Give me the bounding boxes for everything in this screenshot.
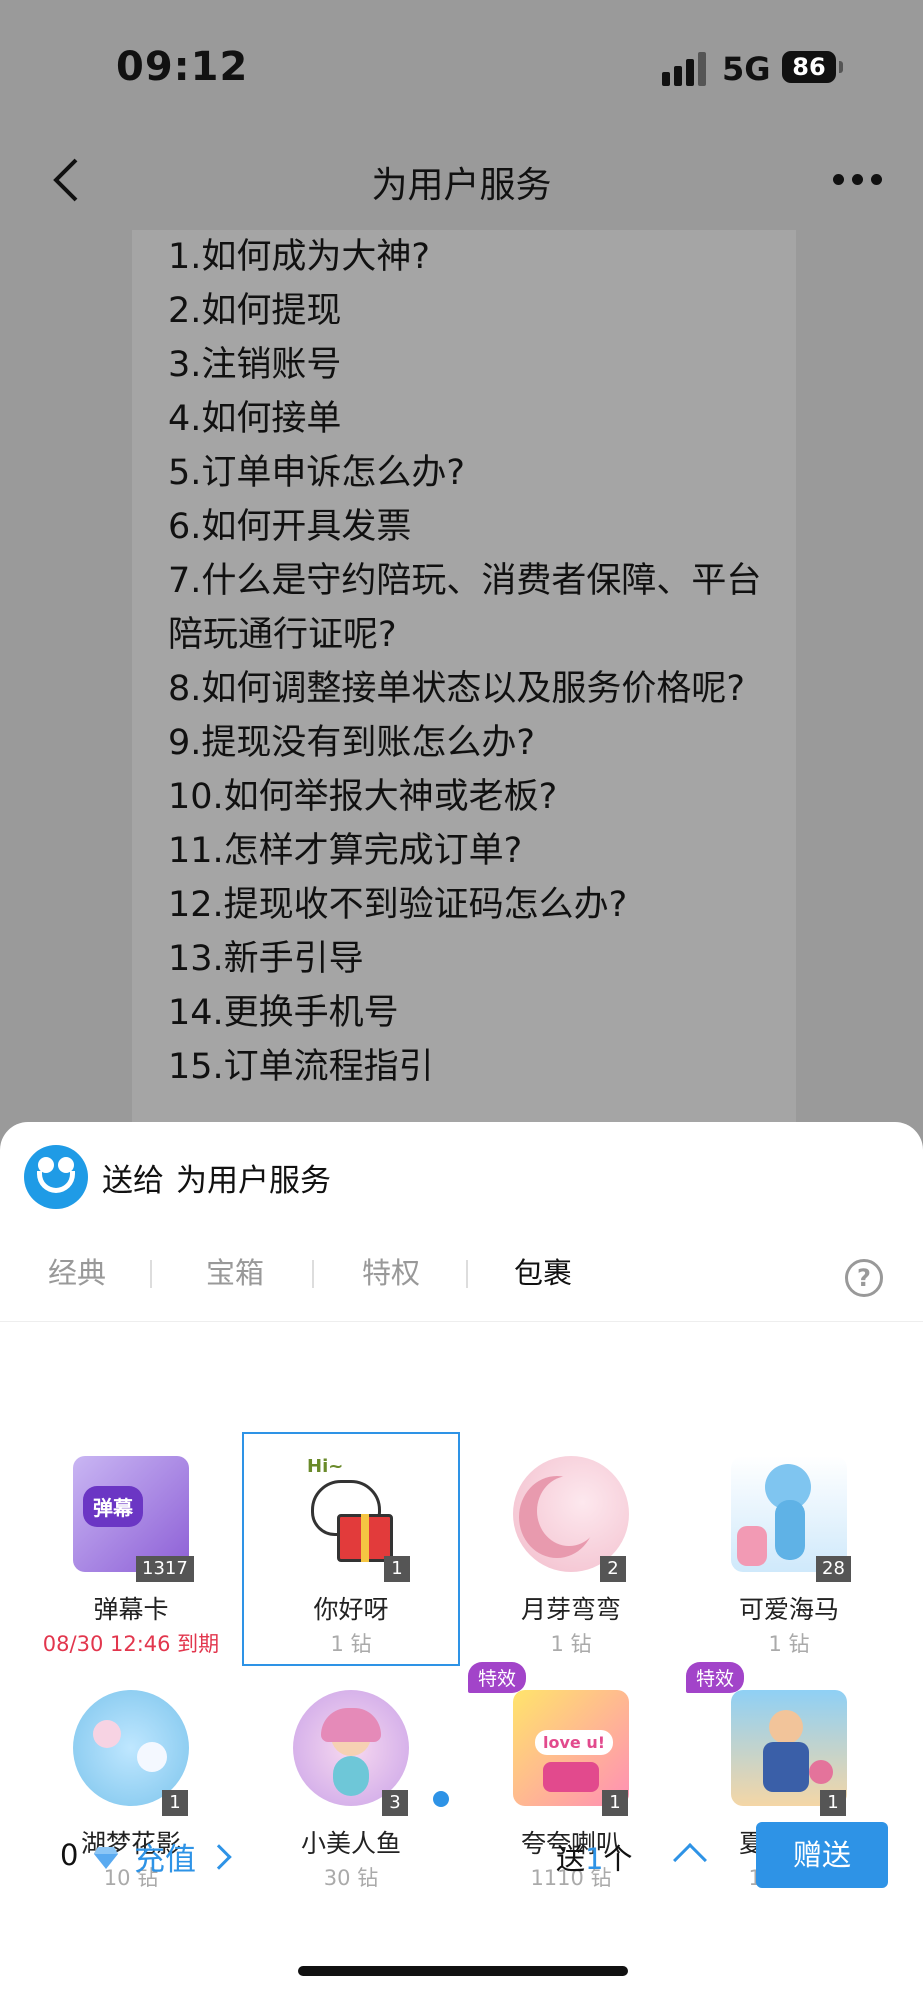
faq-item[interactable]: 6.如何开具发票 — [168, 500, 768, 554]
gift-count: 3 — [382, 1790, 408, 1816]
tab-classic[interactable]: 经典 — [48, 1250, 106, 1292]
gift-name: 弹幕卡 — [93, 1595, 169, 1624]
gift-count: 1 — [602, 1790, 628, 1816]
network-type: 5G — [722, 50, 771, 88]
status-bar: 09:12 5G 86 — [0, 0, 923, 130]
faq-item[interactable]: 15.订单流程指引 — [168, 1040, 768, 1094]
diamond-icon — [94, 1847, 118, 1869]
tab-divider — [312, 1260, 314, 1288]
effect-badge: 特效 — [686, 1662, 745, 1693]
gift-price: 1 钻 — [550, 1632, 592, 1656]
danmu-card-icon: 弹幕 — [73, 1456, 189, 1572]
send-prefix: 送 — [556, 1842, 586, 1876]
faq-item[interactable]: 14.更换手机号 — [168, 986, 768, 1040]
send-gift-button[interactable]: 赠送 — [756, 1822, 888, 1888]
faq-item[interactable]: 10.如何举报大神或老板? — [168, 770, 768, 824]
crescent-moon-icon — [513, 1456, 629, 1572]
home-indicator — [298, 1966, 628, 1976]
faq-item[interactable]: 2.如何提现 — [168, 284, 768, 338]
tab-treasure[interactable]: 宝箱 — [206, 1250, 264, 1292]
send-to-label: 送给 为用户服务 — [102, 1155, 331, 1200]
battery-tip — [839, 61, 843, 73]
seahorse-icon — [731, 1456, 847, 1572]
bottom-bar: 0 充值 送1个 赠送 — [0, 1822, 923, 1892]
gift-count: 1 — [384, 1556, 410, 1582]
help-icon[interactable]: ? — [845, 1259, 883, 1297]
send-label: 送给 — [102, 1162, 164, 1199]
faq-item[interactable]: 5.订单申诉怎么办? — [168, 446, 768, 500]
praise-trumpet-icon: love u! — [513, 1690, 629, 1806]
nav-bar: 为用户服务 — [0, 130, 923, 230]
recipient-avatar — [24, 1145, 88, 1209]
summer-rush-icon — [731, 1690, 847, 1806]
page-indicator-dot — [433, 1791, 449, 1807]
gift-name: 月芽弯弯 — [520, 1595, 621, 1624]
mermaid-icon — [293, 1690, 409, 1806]
gift-item[interactable]: 弹幕 1317 弹幕卡 08/30 12:46 到期 — [22, 1434, 240, 1668]
gift-price: 1 钻 — [768, 1632, 810, 1656]
status-time: 09:12 — [116, 44, 249, 90]
faq-card: 1.如何成为大神? 2.如何提现 3.注销账号 4.如何接单 5.订单申诉怎么办… — [132, 230, 796, 1130]
recharge-button[interactable]: 充值 — [134, 1834, 232, 1879]
faq-list: 1.如何成为大神? 2.如何提现 3.注销账号 4.如何接单 5.订单申诉怎么办… — [132, 230, 796, 1094]
cat-gift-icon: Hi~ — [293, 1456, 409, 1572]
quantity-selector[interactable]: 送1个 — [556, 1836, 632, 1878]
faq-item[interactable]: 1.如何成为大神? — [168, 230, 768, 284]
chevron-right-icon — [206, 1843, 232, 1870]
sheet-header: 送给 为用户服务 — [24, 1142, 331, 1212]
tab-package[interactable]: 包裹 — [514, 1250, 572, 1292]
faq-item[interactable]: 12.提现收不到验证码怎么办? — [168, 878, 768, 932]
tab-divider — [150, 1260, 152, 1288]
recharge-label: 充值 — [134, 1842, 196, 1878]
gift-count: 1317 — [136, 1556, 194, 1582]
chevron-up-icon[interactable] — [673, 1843, 707, 1877]
tab-divider — [466, 1260, 468, 1288]
faq-item[interactable]: 8.如何调整接单状态以及服务价格呢? — [168, 662, 768, 716]
gift-price: 1 钻 — [330, 1632, 372, 1656]
gift-count: 1 — [162, 1790, 188, 1816]
lake-flower-icon — [73, 1690, 189, 1806]
effect-badge: 特效 — [468, 1662, 527, 1693]
faq-item[interactable]: 9.提现没有到账怎么办? — [168, 716, 768, 770]
faq-item[interactable]: 4.如何接单 — [168, 392, 768, 446]
faq-item[interactable]: 13.新手引导 — [168, 932, 768, 986]
faq-item[interactable]: 11.怎样才算完成订单? — [168, 824, 768, 878]
gift-item[interactable]: 28 可爱海马 1 钻 — [680, 1434, 898, 1668]
gift-count: 2 — [600, 1556, 626, 1582]
gift-tabs: 经典 宝箱 特权 包裹 — [0, 1222, 923, 1322]
more-icon[interactable] — [833, 170, 883, 186]
gift-count: 1 — [820, 1790, 846, 1816]
recipient-name: 为用户服务 — [176, 1162, 331, 1199]
faq-item[interactable]: 3.注销账号 — [168, 338, 768, 392]
gift-expiry: 08/30 12:46 到期 — [42, 1632, 220, 1656]
gift-name: 你好呀 — [313, 1595, 389, 1624]
gift-name: 可爱海马 — [738, 1595, 839, 1624]
gift-count: 28 — [816, 1556, 851, 1582]
signal-icon — [662, 52, 710, 86]
gift-item[interactable]: 2 月芽弯弯 1 钻 — [462, 1434, 680, 1668]
faq-item[interactable]: 7.什么是守约陪玩、消费者保障、平台陪玩通行证呢? — [168, 554, 768, 662]
tab-privilege[interactable]: 特权 — [362, 1250, 420, 1292]
page-title: 为用户服务 — [371, 165, 552, 206]
quantity-value: 1 — [585, 1842, 604, 1876]
diamond-balance: 0 — [60, 1838, 79, 1872]
quantity-unit: 个 — [603, 1842, 633, 1876]
battery-icon: 86 — [782, 51, 836, 83]
gift-item-selected[interactable]: Hi~ 1 你好呀 1 钻 — [242, 1432, 460, 1666]
